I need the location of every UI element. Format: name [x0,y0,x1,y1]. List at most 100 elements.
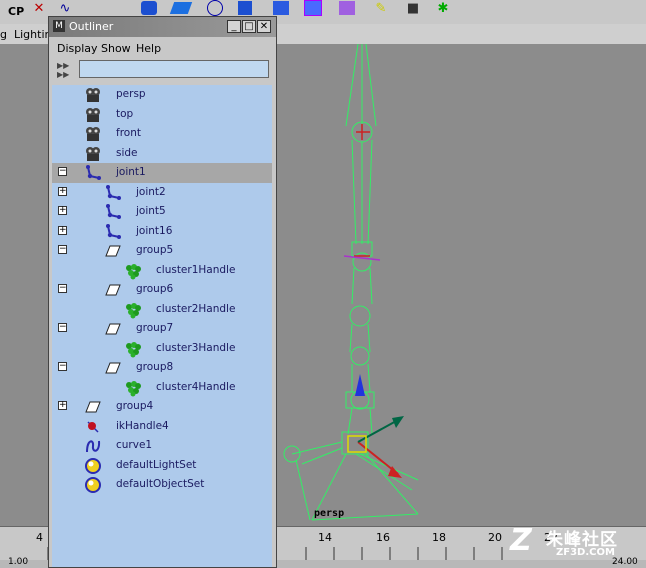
outliner-row-label: ikHandle4 [116,419,169,432]
ep-curve-icon[interactable]: ∿ [54,0,76,16]
filter-input[interactable] [79,60,269,78]
paint-icon[interactable]: ✎ [370,0,392,16]
outliner-row[interactable]: curve1 [52,436,272,456]
cube-wire-icon[interactable] [336,0,358,16]
maya-window-icon: M [53,20,65,32]
cube-icon[interactable] [234,0,256,16]
collapse-icon[interactable]: − [58,362,67,371]
set-icon [84,476,102,494]
collapse-icon[interactable]: − [58,284,67,293]
outliner-list[interactable]: persp top front side − joint1 + joint2 + joint5 + j… [52,85,272,567]
group-icon [104,281,122,299]
outliner-row-label: joint2 [136,185,166,198]
outliner-row-label: cluster4Handle [156,380,236,393]
outliner-row[interactable]: − joint1 [52,163,272,183]
outliner-row-label: side [116,146,138,159]
menu-item-g[interactable]: g [0,28,7,41]
outliner-titlebar[interactable]: M Outliner _ □ ✕ [49,17,276,37]
outliner-row[interactable]: defaultLightSet [52,456,272,476]
cp-shelf-button[interactable]: CP [8,5,24,18]
expand-icon[interactable]: + [58,225,67,235]
watermark: Z 朱峰社区 ZF3D.COM [510,523,646,561]
outliner-row[interactable]: cluster1Handle [52,261,272,281]
menu-item-lighting[interactable]: Lightin [14,28,51,41]
filter-arrow-icon[interactable]: ▶▶ [57,70,75,79]
camera-name-label: persp [314,508,345,519]
cube-blue-icon[interactable] [270,0,292,16]
cluster-icon [124,340,142,358]
outliner-row-label: front [116,127,141,139]
tick-label: 4 [36,531,43,544]
outliner-row[interactable]: + joint16 [52,222,272,242]
outliner-row[interactable]: persp [52,85,272,105]
outliner-window: M Outliner _ □ ✕ Display Show Help ▶▶ ▶▶… [48,16,277,568]
outliner-row[interactable]: − group8 [52,358,272,378]
outliner-row[interactable]: cluster4Handle [52,378,272,398]
tick-label: 14 [318,531,332,544]
joint-icon [84,164,102,182]
outliner-row-label: joint5 [136,205,166,217]
camera-icon [84,125,102,143]
close-button[interactable]: ✕ [257,20,271,33]
group-icon [104,359,122,377]
outliner-row[interactable]: + joint5 [52,202,272,222]
range-start-field[interactable]: 1.00 [8,557,28,567]
outliner-row-label: cluster2Handle [156,302,236,315]
filter-row: ▶▶ ▶▶ [49,59,276,83]
outliner-row[interactable]: ikHandle4 [52,417,272,437]
sphere-icon[interactable] [204,0,226,16]
ikhandle-icon [84,418,102,436]
outliner-row[interactable]: defaultObjectSet [52,475,272,495]
expand-icon[interactable]: + [58,206,67,215]
outliner-row-label: group6 [136,283,174,295]
tick-label: 16 [376,531,390,544]
outliner-row[interactable]: − group5 [52,241,272,261]
outliner-row[interactable]: + joint2 [52,183,272,203]
outliner-row[interactable]: − group6 [52,280,272,300]
plane-icon[interactable] [169,0,193,16]
expand-icon[interactable]: + [58,401,67,410]
filter-arrow-icon[interactable]: ▶▶ [57,61,75,70]
outliner-row[interactable]: cluster3Handle [52,339,272,359]
outliner-row-label: joint16 [136,224,173,237]
outliner-row-label: defaultObjectSet [116,478,205,490]
outliner-row-label: group8 [136,361,174,373]
light-icon[interactable]: ✱ [432,0,454,16]
menu-help[interactable]: Help [136,42,161,55]
lattice-icon[interactable] [302,0,324,16]
watermark-subtext: ZF3D.COM [556,547,615,558]
cylinder-icon[interactable] [138,0,160,16]
outliner-row[interactable]: side [52,144,272,164]
outliner-row-label: group7 [136,322,174,334]
outliner-row[interactable]: − group7 [52,319,272,339]
tick-label: 18 [432,531,446,544]
collapse-icon[interactable]: − [58,323,67,332]
cluster-icon [124,301,142,319]
outliner-row-label: cluster3Handle [156,341,236,354]
tick-label: 20 [488,531,502,544]
collapse-icon[interactable]: − [58,245,67,254]
maximize-button[interactable]: □ [242,20,256,33]
curve-tool-icon[interactable]: ✕ [28,0,50,16]
menu-display[interactable]: Display [57,42,98,55]
expand-icon[interactable]: + [58,186,67,196]
watermark-logo-icon: Z [510,523,532,558]
joint-icon [104,203,122,221]
collapse-icon[interactable]: − [58,167,67,176]
camera-icon [84,106,102,124]
window-title: Outliner [69,20,114,33]
outliner-menubar: Display Show Help [49,39,276,57]
outliner-row-label: defaultLightSet [116,458,197,471]
outliner-row-label: top [116,107,134,120]
camera-icon[interactable]: ■ [402,0,424,16]
camera-icon [84,86,102,104]
outliner-row-label: group4 [116,400,154,412]
outliner-row[interactable]: cluster2Handle [52,300,272,320]
group-icon [104,242,122,260]
minimize-button[interactable]: _ [227,20,241,33]
outliner-row[interactable]: + group4 [52,397,272,417]
outliner-row[interactable]: top [52,105,272,125]
outliner-row[interactable]: front [52,124,272,144]
menu-show[interactable]: Show [101,42,131,55]
outliner-row-label: joint1 [116,166,146,178]
